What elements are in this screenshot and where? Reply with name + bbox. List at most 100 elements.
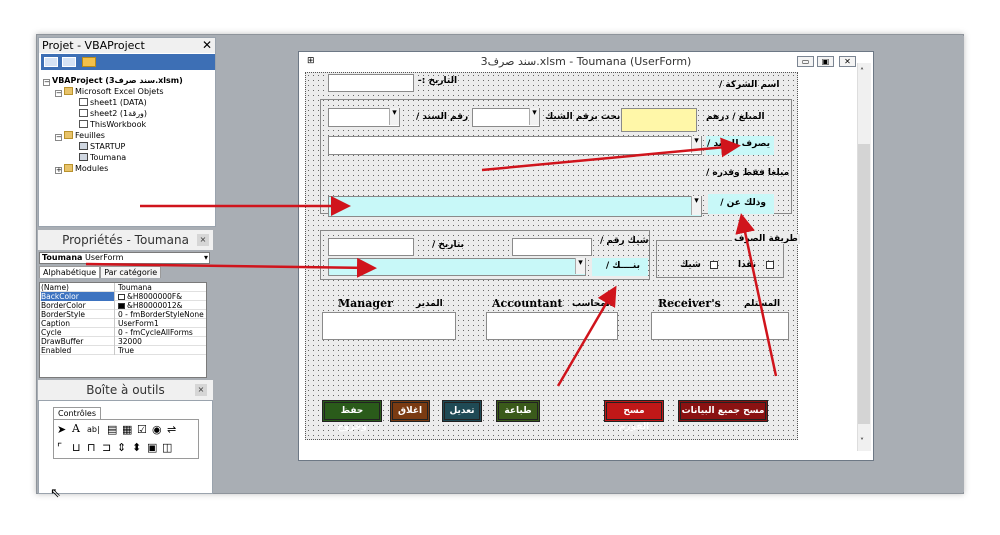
- clear-form-button[interactable]: مسح الفورم: [604, 400, 664, 432]
- property-row[interactable]: Enabled True: [40, 346, 206, 355]
- tree-item-excel-objects[interactable]: − Microsoft Excel Objets: [55, 87, 164, 97]
- print-button[interactable]: طباعة: [496, 400, 540, 422]
- cheque-checkbox[interactable]: [710, 261, 718, 269]
- close-icon[interactable]: ×: [197, 234, 209, 246]
- properties-title-text: Propriétés - Toumana: [62, 233, 189, 247]
- property-value: 32000: [118, 337, 142, 346]
- property-row[interactable]: BackColor &H8000000F&: [40, 292, 206, 301]
- tree-label: sheet2 (ورقة1): [90, 109, 148, 118]
- cheque-number-input[interactable]: [512, 238, 592, 256]
- property-name: BorderStyle: [41, 310, 115, 319]
- maximize-icon[interactable]: ▣: [817, 56, 834, 67]
- multipage-tool-icon[interactable]: ⊐: [102, 442, 111, 453]
- object-type: UserForm: [84, 253, 124, 262]
- tree-label: Feuilles: [75, 131, 105, 140]
- cheque-search-combo[interactable]: [472, 108, 540, 127]
- checkbox-tool-icon[interactable]: ☑: [137, 424, 147, 435]
- tab-by-category[interactable]: Par catégorie: [100, 266, 162, 278]
- project-toolbar: [41, 54, 215, 70]
- edit-button[interactable]: تعديل: [442, 400, 482, 422]
- refedit-tool-icon[interactable]: ◫: [162, 442, 172, 453]
- close-icon[interactable]: ✕: [202, 39, 212, 51]
- project-panel: Projet - VBAProject ✕ − VBAProject (سند ص…: [38, 37, 216, 227]
- property-row[interactable]: Caption UserForm1: [40, 319, 206, 328]
- close-button[interactable]: اغلاق: [390, 400, 430, 422]
- scroll-up-icon[interactable]: ˄: [860, 67, 864, 76]
- sheet-icon: [79, 98, 88, 106]
- tab-alphabetic[interactable]: Alphabétique: [39, 266, 101, 278]
- tree-item-startup[interactable]: STARTUP: [79, 142, 125, 151]
- tree-item-sheet1[interactable]: sheet1 (DATA): [79, 98, 147, 107]
- view-code-icon[interactable]: [44, 57, 58, 67]
- commandbutton-tool-icon[interactable]: ⊔: [72, 442, 81, 453]
- property-value: 0 - fmBorderStyleNone: [118, 310, 204, 319]
- accountant-signature-box[interactable]: [486, 312, 618, 340]
- frame-tool-icon[interactable]: ⌜: [57, 442, 62, 453]
- manager-signature-box[interactable]: [322, 312, 456, 340]
- property-value: &H8000000F&: [118, 292, 206, 301]
- receiver-signature-box[interactable]: [651, 312, 789, 340]
- pointer-tool-icon[interactable]: ➤: [57, 424, 66, 435]
- properties-grid: (Name) Toumana BackColor &H8000000F& Borde…: [39, 282, 207, 378]
- object-name: Toumana: [42, 253, 83, 262]
- amount-input[interactable]: [621, 108, 697, 132]
- tab-controls[interactable]: Contrôles: [53, 407, 102, 419]
- property-row[interactable]: (Name) Toumana: [40, 283, 206, 292]
- bank-combo[interactable]: [328, 258, 586, 276]
- togglebutton-tool-icon[interactable]: ⇌: [167, 424, 176, 435]
- cash-checkbox[interactable]: [766, 261, 774, 269]
- minimize-icon[interactable]: ▭: [797, 56, 814, 67]
- pay-to-combo[interactable]: [328, 136, 702, 155]
- scrollbar-thumb[interactable]: [858, 144, 870, 424]
- manager-label-ar: المدير: [416, 299, 443, 309]
- label-tool-icon[interactable]: A: [72, 423, 80, 434]
- tree-item-modules[interactable]: + Modules: [55, 164, 108, 174]
- receiver-label-ar: المستلم: [744, 299, 781, 309]
- property-row[interactable]: BorderStyle 0 - fmBorderStyleNone: [40, 310, 206, 319]
- property-row[interactable]: DrawBuffer 32000: [40, 337, 206, 346]
- tree-item-thisworkbook[interactable]: ThisWorkbook: [79, 120, 146, 129]
- property-row[interactable]: Cycle 0 - fmCycleAllForms: [40, 328, 206, 337]
- tabstrip-tool-icon[interactable]: ⊓: [87, 442, 96, 453]
- listbox-tool-icon[interactable]: ▦: [122, 424, 132, 435]
- voucher-number-combo[interactable]: [328, 108, 400, 127]
- cheque-date-input[interactable]: [328, 238, 414, 256]
- clear-all-button[interactable]: مسح جميع البيانات: [678, 400, 768, 422]
- save-exit-button[interactable]: حفظ وخروج: [322, 400, 382, 432]
- textbox-tool-icon[interactable]: ab|: [87, 424, 100, 435]
- tree-item-sheet2[interactable]: sheet2 (ورقة1): [79, 109, 147, 118]
- project-panel-title: Projet - VBAProject: [39, 38, 215, 53]
- tree-item-toumana[interactable]: Toumana: [79, 153, 126, 162]
- property-name: (Name): [41, 283, 115, 292]
- reason-combo[interactable]: [328, 196, 702, 217]
- scrollbar-tool-icon[interactable]: ⇕: [117, 442, 126, 453]
- scroll-down-icon[interactable]: ˅: [860, 437, 864, 446]
- property-value-text: &H80000012&: [127, 301, 183, 310]
- tree-label: Microsoft Excel Objets: [75, 87, 164, 96]
- tree-label: Toumana: [90, 153, 127, 162]
- accountant-label-ar: المحاسب: [572, 299, 613, 309]
- color-swatch: [118, 303, 125, 309]
- folder-icon: [64, 131, 73, 139]
- toggle-folders-icon[interactable]: [82, 57, 96, 67]
- close-icon[interactable]: ✕: [839, 56, 856, 67]
- properties-object-combo[interactable]: Toumana UserForm ▾: [39, 252, 210, 264]
- userform-window-icon: ⊞: [307, 56, 315, 66]
- date-input[interactable]: [328, 74, 414, 92]
- property-name: Enabled: [41, 346, 115, 355]
- property-value: UserForm1: [118, 319, 159, 328]
- property-row[interactable]: BorderColor &H80000012&: [40, 301, 206, 310]
- optionbutton-tool-icon[interactable]: ◉: [152, 424, 162, 435]
- tree-item-vbaproject[interactable]: − VBAProject (سند صرف3.xlsm): [43, 76, 183, 86]
- spinbutton-tool-icon[interactable]: ⬍: [132, 442, 141, 453]
- image-tool-icon[interactable]: ▣: [147, 442, 157, 453]
- workbook-icon: [79, 120, 88, 128]
- combobox-tool-icon[interactable]: ▤: [107, 424, 117, 435]
- property-value: Toumana: [118, 283, 152, 292]
- property-name: Caption: [41, 319, 115, 328]
- tree-item-feuilles[interactable]: − Feuilles: [55, 131, 105, 141]
- tree-label: ThisWorkbook: [90, 120, 147, 129]
- close-icon[interactable]: ×: [195, 384, 207, 396]
- view-object-icon[interactable]: [62, 57, 76, 67]
- reason-label: وذلك عن /: [720, 198, 766, 208]
